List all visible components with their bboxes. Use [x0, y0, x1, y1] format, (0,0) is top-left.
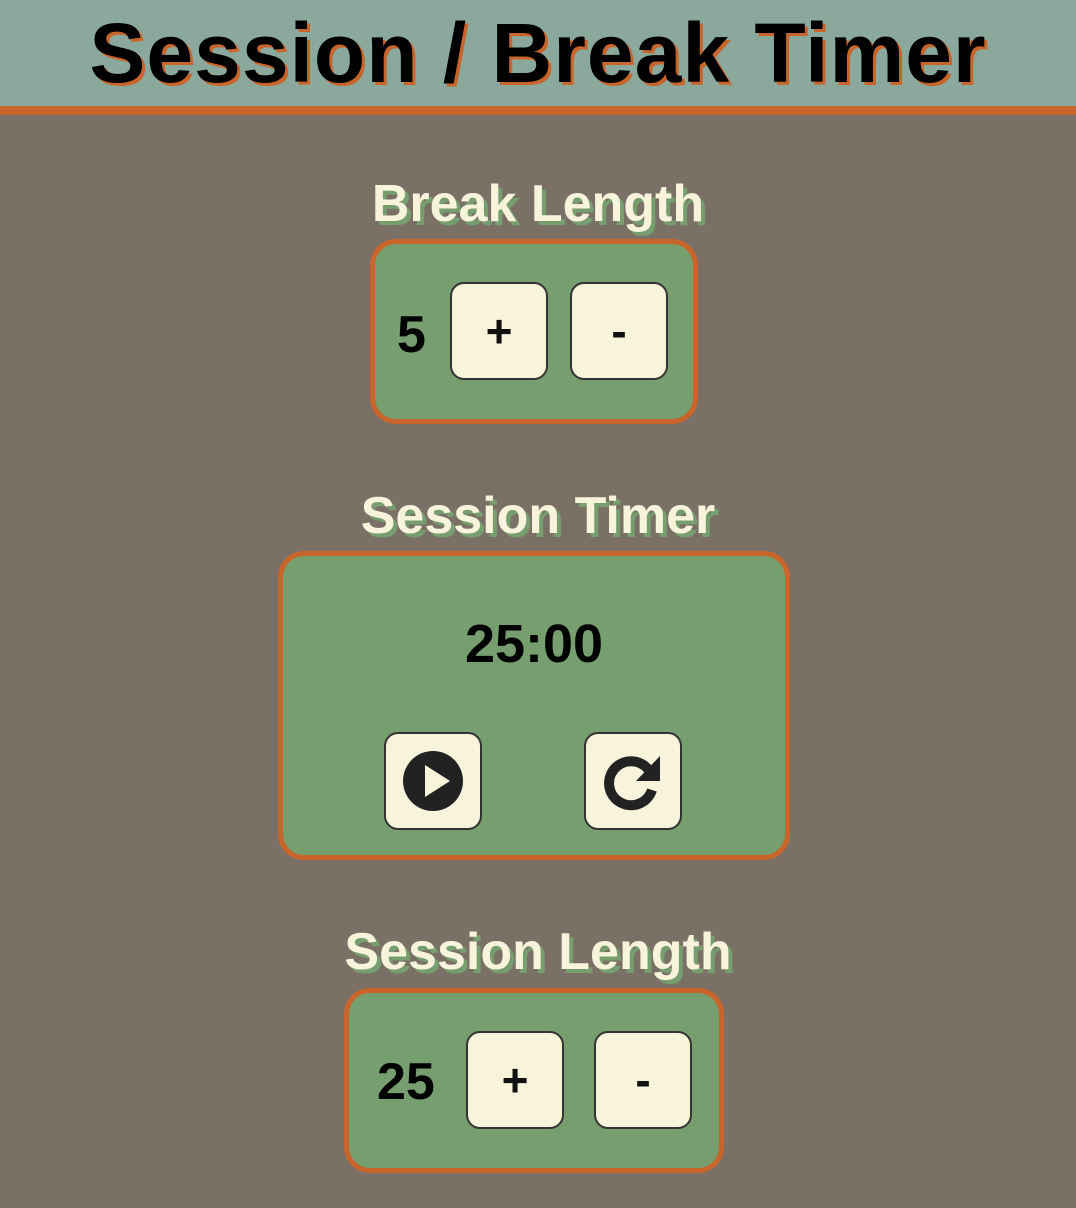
break-decrement-button[interactable]: - [570, 282, 668, 380]
reset-button[interactable] [584, 732, 682, 830]
app-title: Session / Break Timer [89, 6, 987, 100]
session-decrement-button[interactable]: - [594, 1031, 692, 1129]
break-length-label: Break Length [371, 175, 705, 233]
break-length-panel: 5 + - [370, 239, 698, 424]
timer-display: 25:00 [464, 614, 604, 674]
play-circle-icon [402, 750, 464, 812]
session-timer-label: Session Timer [360, 487, 716, 545]
session-increment-button[interactable]: + [466, 1031, 564, 1129]
session-timer-panel: 25:00 [278, 551, 790, 860]
play-button[interactable] [384, 732, 482, 830]
session-length-value: 25 [377, 1053, 435, 1111]
session-length-panel: 25 + - [344, 988, 724, 1173]
break-length-value: 5 [397, 306, 426, 364]
app-header: Session / Break Timer [0, 0, 1076, 115]
session-length-label: Session Length [344, 923, 732, 981]
redo-icon [602, 750, 664, 812]
break-increment-button[interactable]: + [450, 282, 548, 380]
